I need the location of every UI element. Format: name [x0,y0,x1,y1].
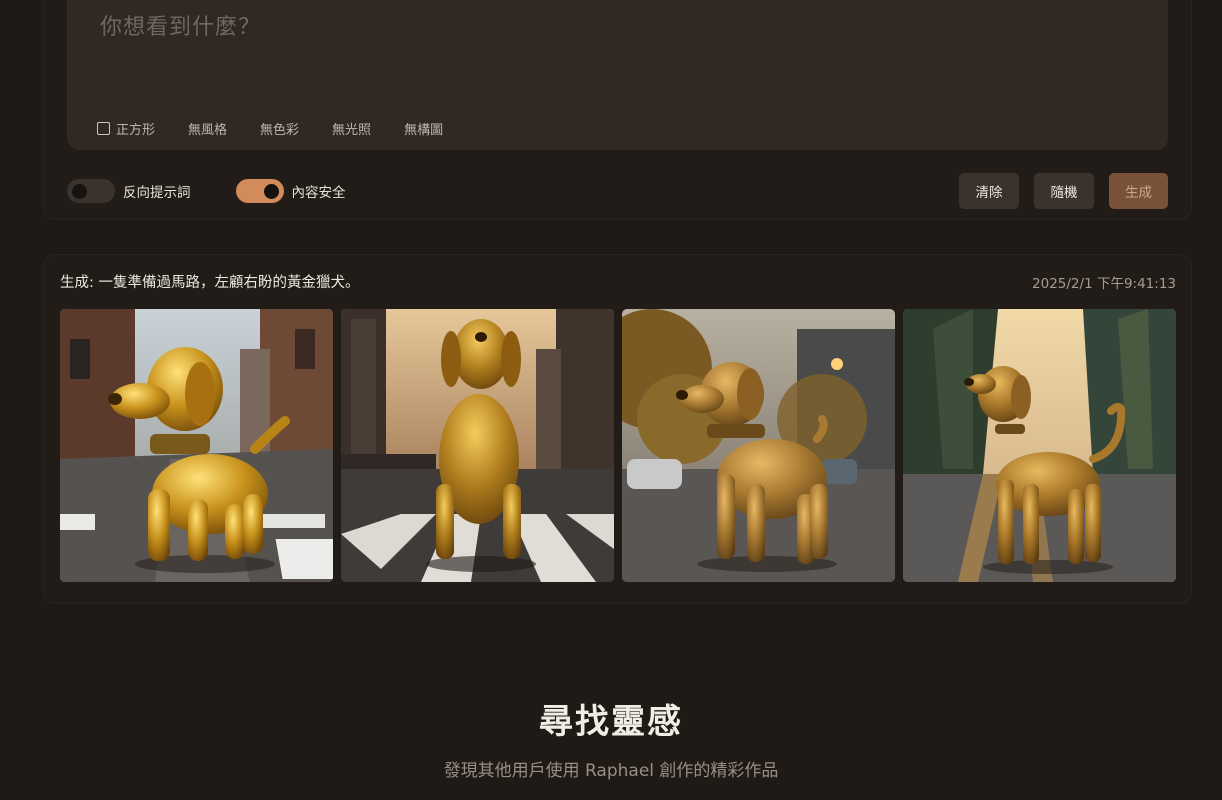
generated-image-2[interactable] [341,309,614,582]
generate-button[interactable]: 生成 [1109,173,1168,209]
toggle-knob [263,183,279,199]
no-style-option[interactable]: 無風格 [188,119,227,138]
inspiration-title: 尋找靈感 [539,702,683,742]
clear-button[interactable]: 清除 [959,173,1019,209]
negative-prompt-toggle[interactable] [67,179,115,203]
golden-dog-image [341,309,614,582]
negative-prompt-label: 反向提示詞 [123,185,191,201]
result-timestamp: 2025/2/1 下午9:41:13 [1032,276,1176,292]
no-lighting-option[interactable]: 無光照 [332,119,371,138]
golden-dog-image [903,309,1176,582]
generated-image-3[interactable] [622,309,895,582]
prompt-option-chips: 正方形 無風格 無色彩 無光照 無構圖 [97,119,476,138]
generated-image-4[interactable] [903,309,1176,582]
toggle-knob [72,183,87,199]
checkbox-icon[interactable] [97,122,110,135]
content-safety-toggle[interactable] [235,179,284,203]
generated-image-1[interactable] [60,309,333,582]
no-composition-option[interactable]: 無構圖 [404,119,443,138]
inspiration-subtitle: 發現其他用戶使用 Raphael 創作的精彩作品 [443,761,779,781]
prompt-placeholder: 你想看到什麼？ [100,15,262,40]
golden-dog-image [60,309,333,582]
square-option-label: 正方形 [116,123,156,138]
result-title: 生成: 一隻準備過馬路，左顧右盼的黃金獵犬。 [60,275,360,291]
toggle-row: 反向提示詞 內容安全 [67,179,391,203]
golden-dog-image [622,309,895,582]
no-color-option[interactable]: 無色彩 [260,119,299,138]
random-button[interactable]: 隨機 [1034,173,1094,209]
square-option[interactable]: 正方形 [97,119,155,138]
content-safety-label: 內容安全 [291,185,346,201]
